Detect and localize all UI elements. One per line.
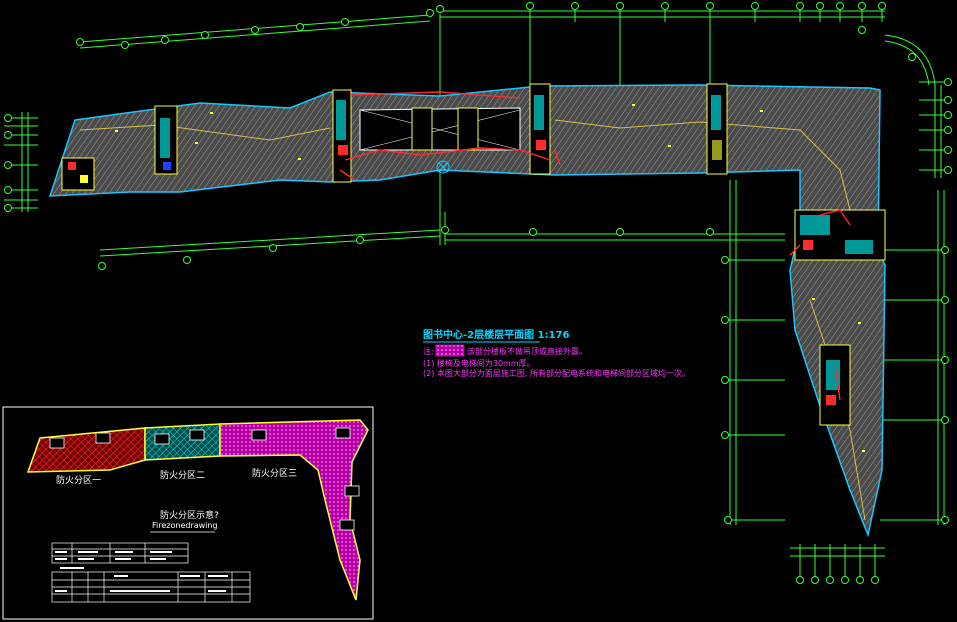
stair-core-2 (332, 89, 352, 183)
fire-zone-1-label: 防火分区一 (56, 474, 101, 486)
cad-drawing-canvas: 图书中心-2层楼层平面图 1:176 注: 该部分楼板不做吊顶或直接外露。 (1… (2, 2, 952, 620)
note-hatch-swatch (435, 344, 465, 357)
drawing-title-block: 图书中心-2层楼层平面图 1:176 注: 该部分楼板不做吊顶或直接外露。 (1… (423, 328, 690, 378)
fire-zone-1 (26, 427, 146, 473)
fire-zone-legend-panel: 防火分区一 防火分区二 防火分区三 防火分区示意? Firezonedrawin… (2, 406, 374, 620)
stair-core-1 (154, 105, 178, 175)
note-label: 注: (423, 346, 434, 356)
fire-zone-3 (219, 419, 369, 601)
floor-plan (48, 83, 886, 538)
stair-core-6 (819, 344, 851, 426)
fire-zone-2-label: 防火分区二 (160, 469, 205, 481)
note-line-1: 该部分楼板不做吊顶或直接外露。 (467, 346, 587, 356)
legend-diagram-title: 防火分区示意? (160, 509, 219, 521)
stair-core-3 (529, 83, 551, 175)
stair-core-west (61, 157, 95, 191)
stair-core-4 (706, 83, 728, 175)
stair-core-5 (794, 209, 886, 261)
fire-zone-3-label: 防火分区三 (252, 467, 297, 479)
note-line-3: (2) 本图大部分为面层施工图, 所有部分配电系统和电梯间部分区域均一次。 (423, 368, 690, 378)
drawing-title: 图书中心-2层楼层平面图 1:176 (423, 328, 569, 341)
note-line-2: (1) 楼梯及电梯间为30mm厚。 (423, 358, 535, 368)
legend-diagram-subtitle: Firezonedrawing (152, 521, 218, 530)
